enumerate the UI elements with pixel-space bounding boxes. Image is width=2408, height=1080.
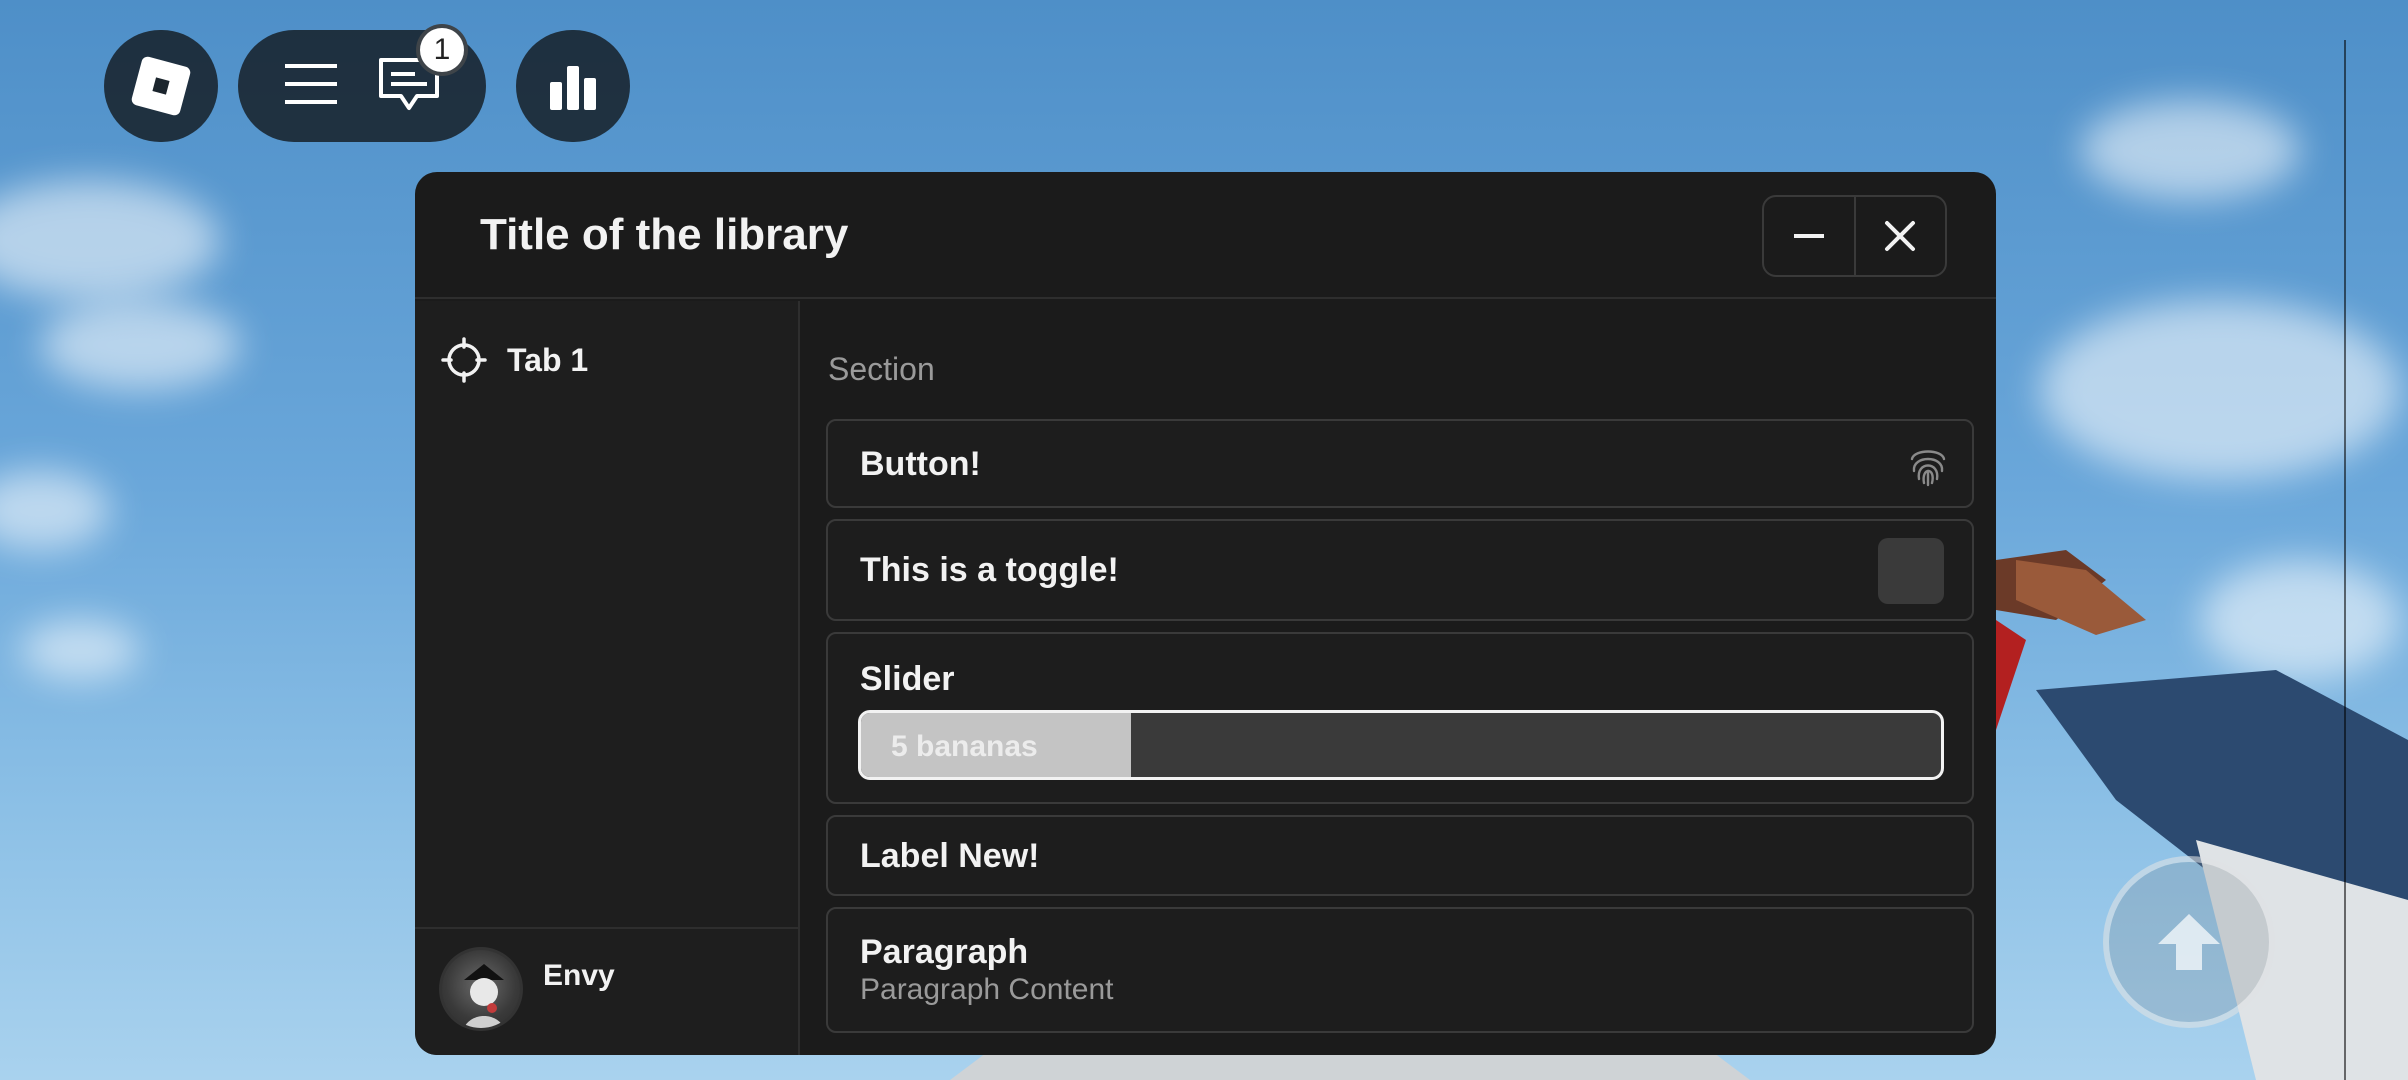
- divider-line: [2344, 40, 2346, 1080]
- fingerprint-icon: [1910, 450, 1946, 487]
- user-profile: Envy: [415, 927, 798, 1055]
- tab-label: Tab 1: [507, 341, 589, 378]
- roblox-menu-button[interactable]: [104, 30, 218, 142]
- roblox-logo-icon: [131, 56, 191, 116]
- username: Envy: [543, 959, 615, 992]
- toggle-label: This is a toggle!: [860, 551, 1119, 589]
- cloud: [0, 180, 220, 300]
- crosshair-icon: [441, 337, 487, 383]
- paragraph-title: Paragraph: [860, 933, 1029, 971]
- button-label: Button!: [860, 445, 981, 483]
- jump-button[interactable]: [2103, 856, 2275, 1028]
- section-title: Section: [828, 351, 935, 387]
- cloud: [20, 620, 140, 680]
- jump-arrow-icon: [2158, 914, 2220, 970]
- cloud: [2040, 300, 2400, 480]
- avatar: [439, 947, 523, 1031]
- paragraph-element: Paragraph Paragraph Content: [826, 907, 1974, 1033]
- slider-track[interactable]: 5 bananas: [858, 710, 1944, 780]
- slider-element: Slider 5 bananas: [826, 632, 1974, 804]
- toggle-checkbox[interactable]: [1878, 538, 1944, 604]
- hamburger-menu-icon[interactable]: [283, 60, 339, 113]
- label-element: Label New!: [826, 815, 1974, 896]
- tab-1[interactable]: Tab 1: [441, 337, 588, 383]
- toggle-element[interactable]: This is a toggle!: [826, 519, 1974, 621]
- close-button[interactable]: [1853, 197, 1946, 275]
- close-icon: [1885, 221, 1916, 251]
- slider-label: Slider: [860, 660, 955, 698]
- leaderboard-icon: [550, 66, 596, 110]
- minus-icon: [1793, 234, 1824, 238]
- cloud: [2080, 100, 2300, 200]
- chat-badge: 1: [416, 24, 468, 76]
- button-element[interactable]: Button!: [826, 419, 1974, 508]
- window-titlebar[interactable]: Title of the library: [415, 172, 1996, 299]
- leaderboard-button[interactable]: [516, 30, 630, 142]
- label-text: Label New!: [860, 837, 1040, 875]
- sidebar: Tab 1 Envy: [415, 301, 800, 1055]
- cloud: [40, 300, 240, 390]
- minimize-button[interactable]: [1764, 197, 1854, 275]
- window-controls: [1762, 195, 1947, 277]
- menu-chat-group: 1: [238, 24, 486, 142]
- cloud: [0, 470, 110, 550]
- window-title: Title of the library: [480, 210, 849, 259]
- paragraph-content: Paragraph Content: [860, 973, 1114, 1006]
- slider-value: 5 bananas: [891, 730, 1038, 763]
